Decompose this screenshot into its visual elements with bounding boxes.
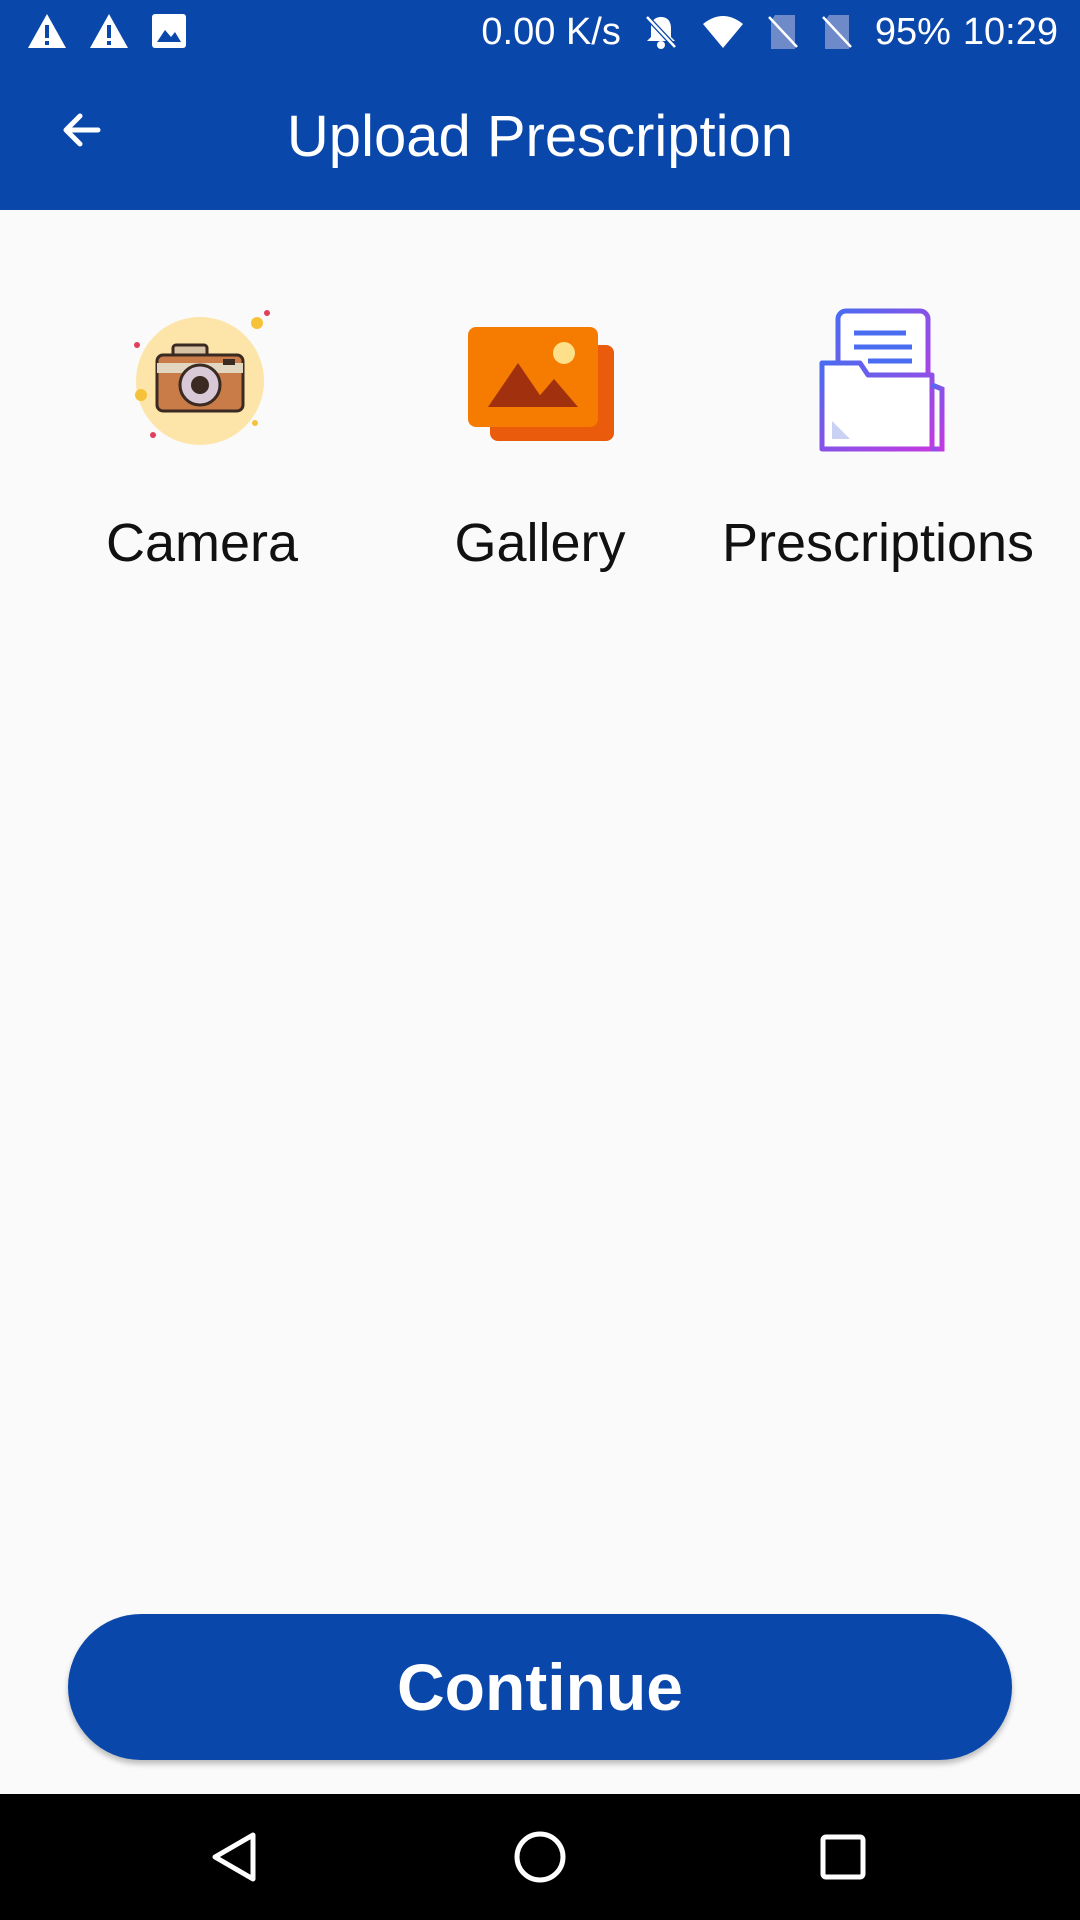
folder-icon — [819, 308, 945, 452]
system-nav-bar — [0, 1794, 1080, 1920]
back-button[interactable] — [44, 92, 120, 168]
camera-option[interactable]: Camera — [32, 300, 372, 600]
gallery-option[interactable]: Gallery — [370, 300, 710, 600]
continue-button[interactable]: Continue — [68, 1614, 1012, 1760]
prescriptions-label: Prescriptions — [721, 513, 1035, 573]
warning-icon — [28, 14, 66, 48]
wifi-icon — [702, 16, 743, 48]
arrow-left-icon — [63, 113, 101, 147]
home-circle-icon — [514, 1831, 566, 1883]
gallery-icon — [468, 327, 614, 441]
battery-level: 95% — [874, 10, 951, 53]
prescriptions-option[interactable]: Prescriptions — [708, 300, 1048, 600]
recents-square-icon — [820, 1834, 866, 1880]
app-bar: Upload Prescription — [0, 64, 1080, 210]
no-sim-icon — [821, 15, 852, 49]
nav-recents-button[interactable] — [808, 1822, 878, 1892]
status-bar: 0.00 K/s 95% 10:29 — [0, 0, 1080, 64]
gallery-label: Gallery — [454, 513, 626, 573]
nav-home-button[interactable] — [505, 1822, 575, 1892]
page-title: Upload Prescription — [286, 104, 794, 169]
image-icon — [152, 14, 186, 48]
clock: 10:29 — [962, 10, 1058, 53]
warning-icon — [90, 14, 128, 48]
nav-back-button[interactable] — [200, 1822, 270, 1892]
back-triangle-icon — [212, 1832, 256, 1882]
bell-off-icon — [645, 15, 677, 49]
network-speed: 0.00 K/s — [481, 10, 621, 53]
camera-label: Camera — [105, 513, 299, 573]
no-sim-icon — [767, 15, 798, 49]
camera-icon — [134, 310, 270, 445]
